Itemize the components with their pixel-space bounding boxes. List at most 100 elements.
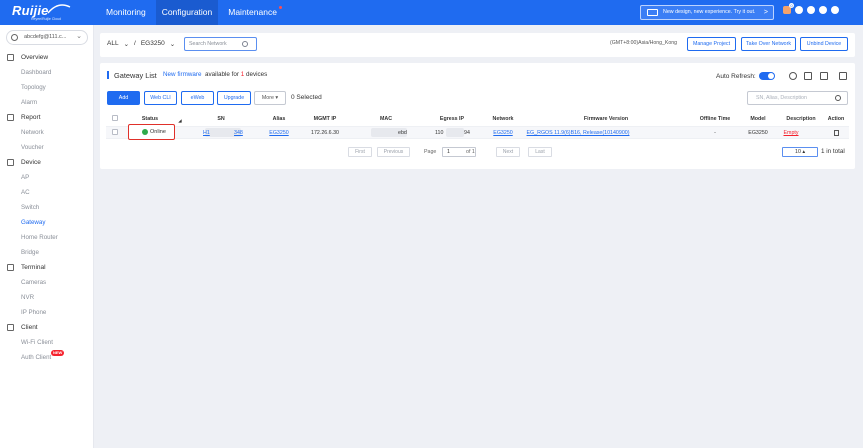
next-page-button[interactable]: Next [496, 147, 520, 157]
chevron-down-icon[interactable]: ⌄ [170, 40, 175, 48]
manage-project-button[interactable]: Manage Project [687, 37, 736, 51]
new-design-banner[interactable]: New design, new experience. Try it out. … [640, 5, 774, 20]
column-sn[interactable]: SN [217, 116, 224, 122]
first-page-button[interactable]: First [348, 147, 372, 157]
sidebar-section-terminal[interactable]: Terminal [0, 260, 94, 275]
settings-icon[interactable] [807, 6, 815, 14]
search-icon[interactable] [835, 95, 841, 101]
new-firmware-link[interactable]: New firmware [163, 71, 202, 78]
last-page-button[interactable]: Last [528, 147, 552, 157]
page-of-label: of 1 [466, 149, 475, 155]
unbind-device-button[interactable]: Unbind Device [800, 37, 848, 51]
search-network-input[interactable]: Search Network [184, 37, 257, 51]
delete-trash-icon[interactable] [834, 130, 839, 136]
help-icon[interactable] [819, 6, 827, 14]
sidebar-section-report[interactable]: Report [0, 110, 94, 125]
network-link[interactable]: EG3250 [493, 130, 512, 136]
table-row[interactable]: Online H1 348 EG3250 172.26.6.30 ebd 110… [106, 124, 849, 140]
add-button[interactable]: Add [107, 91, 140, 105]
description-empty-link[interactable]: Empty [783, 130, 798, 136]
breadcrumb: ALL ⌄ / EG3250 ⌄ [107, 40, 180, 48]
sidebar-item-home-router[interactable]: Home Router [0, 230, 94, 245]
more-dropdown-button[interactable]: More ▾ [254, 91, 286, 105]
sn-suffix[interactable]: 348 [234, 130, 243, 136]
row-checkbox[interactable] [112, 129, 118, 135]
breadcrumb-root[interactable]: ALL [107, 40, 119, 48]
column-offline-time[interactable]: Offline Time [700, 116, 731, 122]
page-label: Page [424, 149, 437, 155]
columns-icon[interactable] [820, 72, 828, 80]
sidebar-item-alarm[interactable]: Alarm [0, 95, 94, 110]
column-firmware-version[interactable]: Firmware Version [584, 116, 628, 122]
column-network[interactable]: Network [493, 116, 514, 122]
web-cli-button[interactable]: Web CLI [144, 91, 177, 105]
sidebar-item-nvr[interactable]: NVR [0, 290, 94, 305]
chevron-down-icon[interactable]: ⌄ [124, 40, 129, 48]
account-selector[interactable]: abcdefg@111.c... ⌄ [6, 30, 88, 45]
table-search-input[interactable]: SN, Alias, Description [747, 91, 848, 105]
gift-icon[interactable]: 0 [783, 3, 794, 14]
sidebar-section-client[interactable]: Client [0, 320, 94, 335]
notification-count-badge: 0 [789, 3, 794, 8]
column-mac[interactable]: MAC [380, 116, 392, 122]
sidebar-section-overview[interactable]: Overview [0, 50, 94, 65]
sidebar-section-device[interactable]: Device [0, 155, 94, 170]
column-description[interactable]: Description [786, 116, 815, 122]
sidebar-item-dashboard[interactable]: Dashboard [0, 65, 94, 80]
sidebar-item-auth-client[interactable]: Auth Client NEW [0, 350, 94, 365]
nav-monitoring[interactable]: Monitoring [100, 0, 152, 25]
ruijie-logo[interactable]: Ruijie Reyee/Ruijie Cloud [12, 3, 74, 22]
table-header: Status ◢ SN Alias MGMT IP MAC Egress IP … [106, 114, 849, 126]
avatar-icon [11, 34, 18, 41]
sidebar-item-ap[interactable]: AP [0, 170, 94, 185]
logo-swoosh-icon [47, 4, 71, 14]
sidebar-item-topology[interactable]: Topology [0, 80, 94, 95]
sidebar-item-bridge[interactable]: Bridge [0, 245, 94, 260]
breadcrumb-separator: / [134, 40, 136, 47]
sidebar-item-ac[interactable]: AC [0, 185, 94, 200]
sidebar-item-network[interactable]: Network [0, 125, 94, 140]
column-status[interactable]: Status [142, 116, 158, 122]
column-egress-ip[interactable]: Egress IP [440, 116, 464, 122]
new-badge: NEW [51, 350, 65, 356]
column-action: Action [827, 116, 845, 122]
egress-ip-suffix: 94 [464, 130, 470, 136]
page-size-select[interactable]: 10 ▴ [782, 147, 818, 157]
alias-link[interactable]: EG3250 [269, 130, 288, 136]
column-mgmt-ip[interactable]: MGMT IP [314, 116, 337, 122]
sidebar-item-cameras[interactable]: Cameras [0, 275, 94, 290]
red-dot-indicator [278, 6, 282, 9]
selected-count: 0 Selected [291, 94, 322, 101]
sidebar-item-voucher[interactable]: Voucher [0, 140, 94, 155]
column-alias[interactable]: Alias [273, 116, 286, 122]
search-icon[interactable] [242, 41, 248, 47]
user-icon[interactable] [831, 6, 839, 14]
export-icon[interactable] [804, 72, 812, 80]
sidebar-item-wifi-client[interactable]: Wi-Fi Client [0, 335, 94, 350]
sidebar-item-ip-phone[interactable]: IP Phone [0, 305, 94, 320]
sort-icon[interactable]: ◢ [178, 118, 181, 123]
sidebar-item-gateway[interactable]: Gateway [0, 215, 94, 230]
mgmt-ip-value: 172.26.6.30 [311, 130, 339, 136]
sn-prefix[interactable]: H1 [203, 130, 210, 136]
sidebar-item-switch[interactable]: Switch [0, 200, 94, 215]
redacted-egress-ip [446, 128, 464, 137]
firmware-version-link[interactable]: EG_RGOS 11.9(6)B16, Release(10140900) [527, 130, 630, 136]
sidebar: abcdefg@111.c... ⌄ Overview Dashboard To… [0, 25, 94, 448]
upgrade-button[interactable]: Upgrade [217, 91, 251, 105]
nav-configuration[interactable]: Configuration [155, 0, 219, 25]
fullscreen-icon[interactable] [839, 72, 847, 80]
select-all-checkbox[interactable] [112, 115, 118, 121]
notification-icon[interactable] [795, 6, 803, 14]
column-model[interactable]: Model [750, 116, 765, 122]
previous-page-button[interactable]: Previous [377, 147, 410, 157]
take-over-network-button[interactable]: Take Over Network [741, 37, 796, 51]
monitor-icon [647, 9, 658, 16]
eweb-button[interactable]: eWeb [181, 91, 214, 105]
nav-maintenance[interactable]: Maintenance [222, 0, 283, 25]
mac-suffix: ebd [398, 130, 407, 136]
breadcrumb-current[interactable]: EG3250 [141, 40, 165, 48]
refresh-icon[interactable] [789, 72, 797, 80]
side-menu: Overview Dashboard Topology Alarm Report… [0, 50, 94, 365]
auto-refresh-toggle[interactable] [759, 72, 775, 80]
